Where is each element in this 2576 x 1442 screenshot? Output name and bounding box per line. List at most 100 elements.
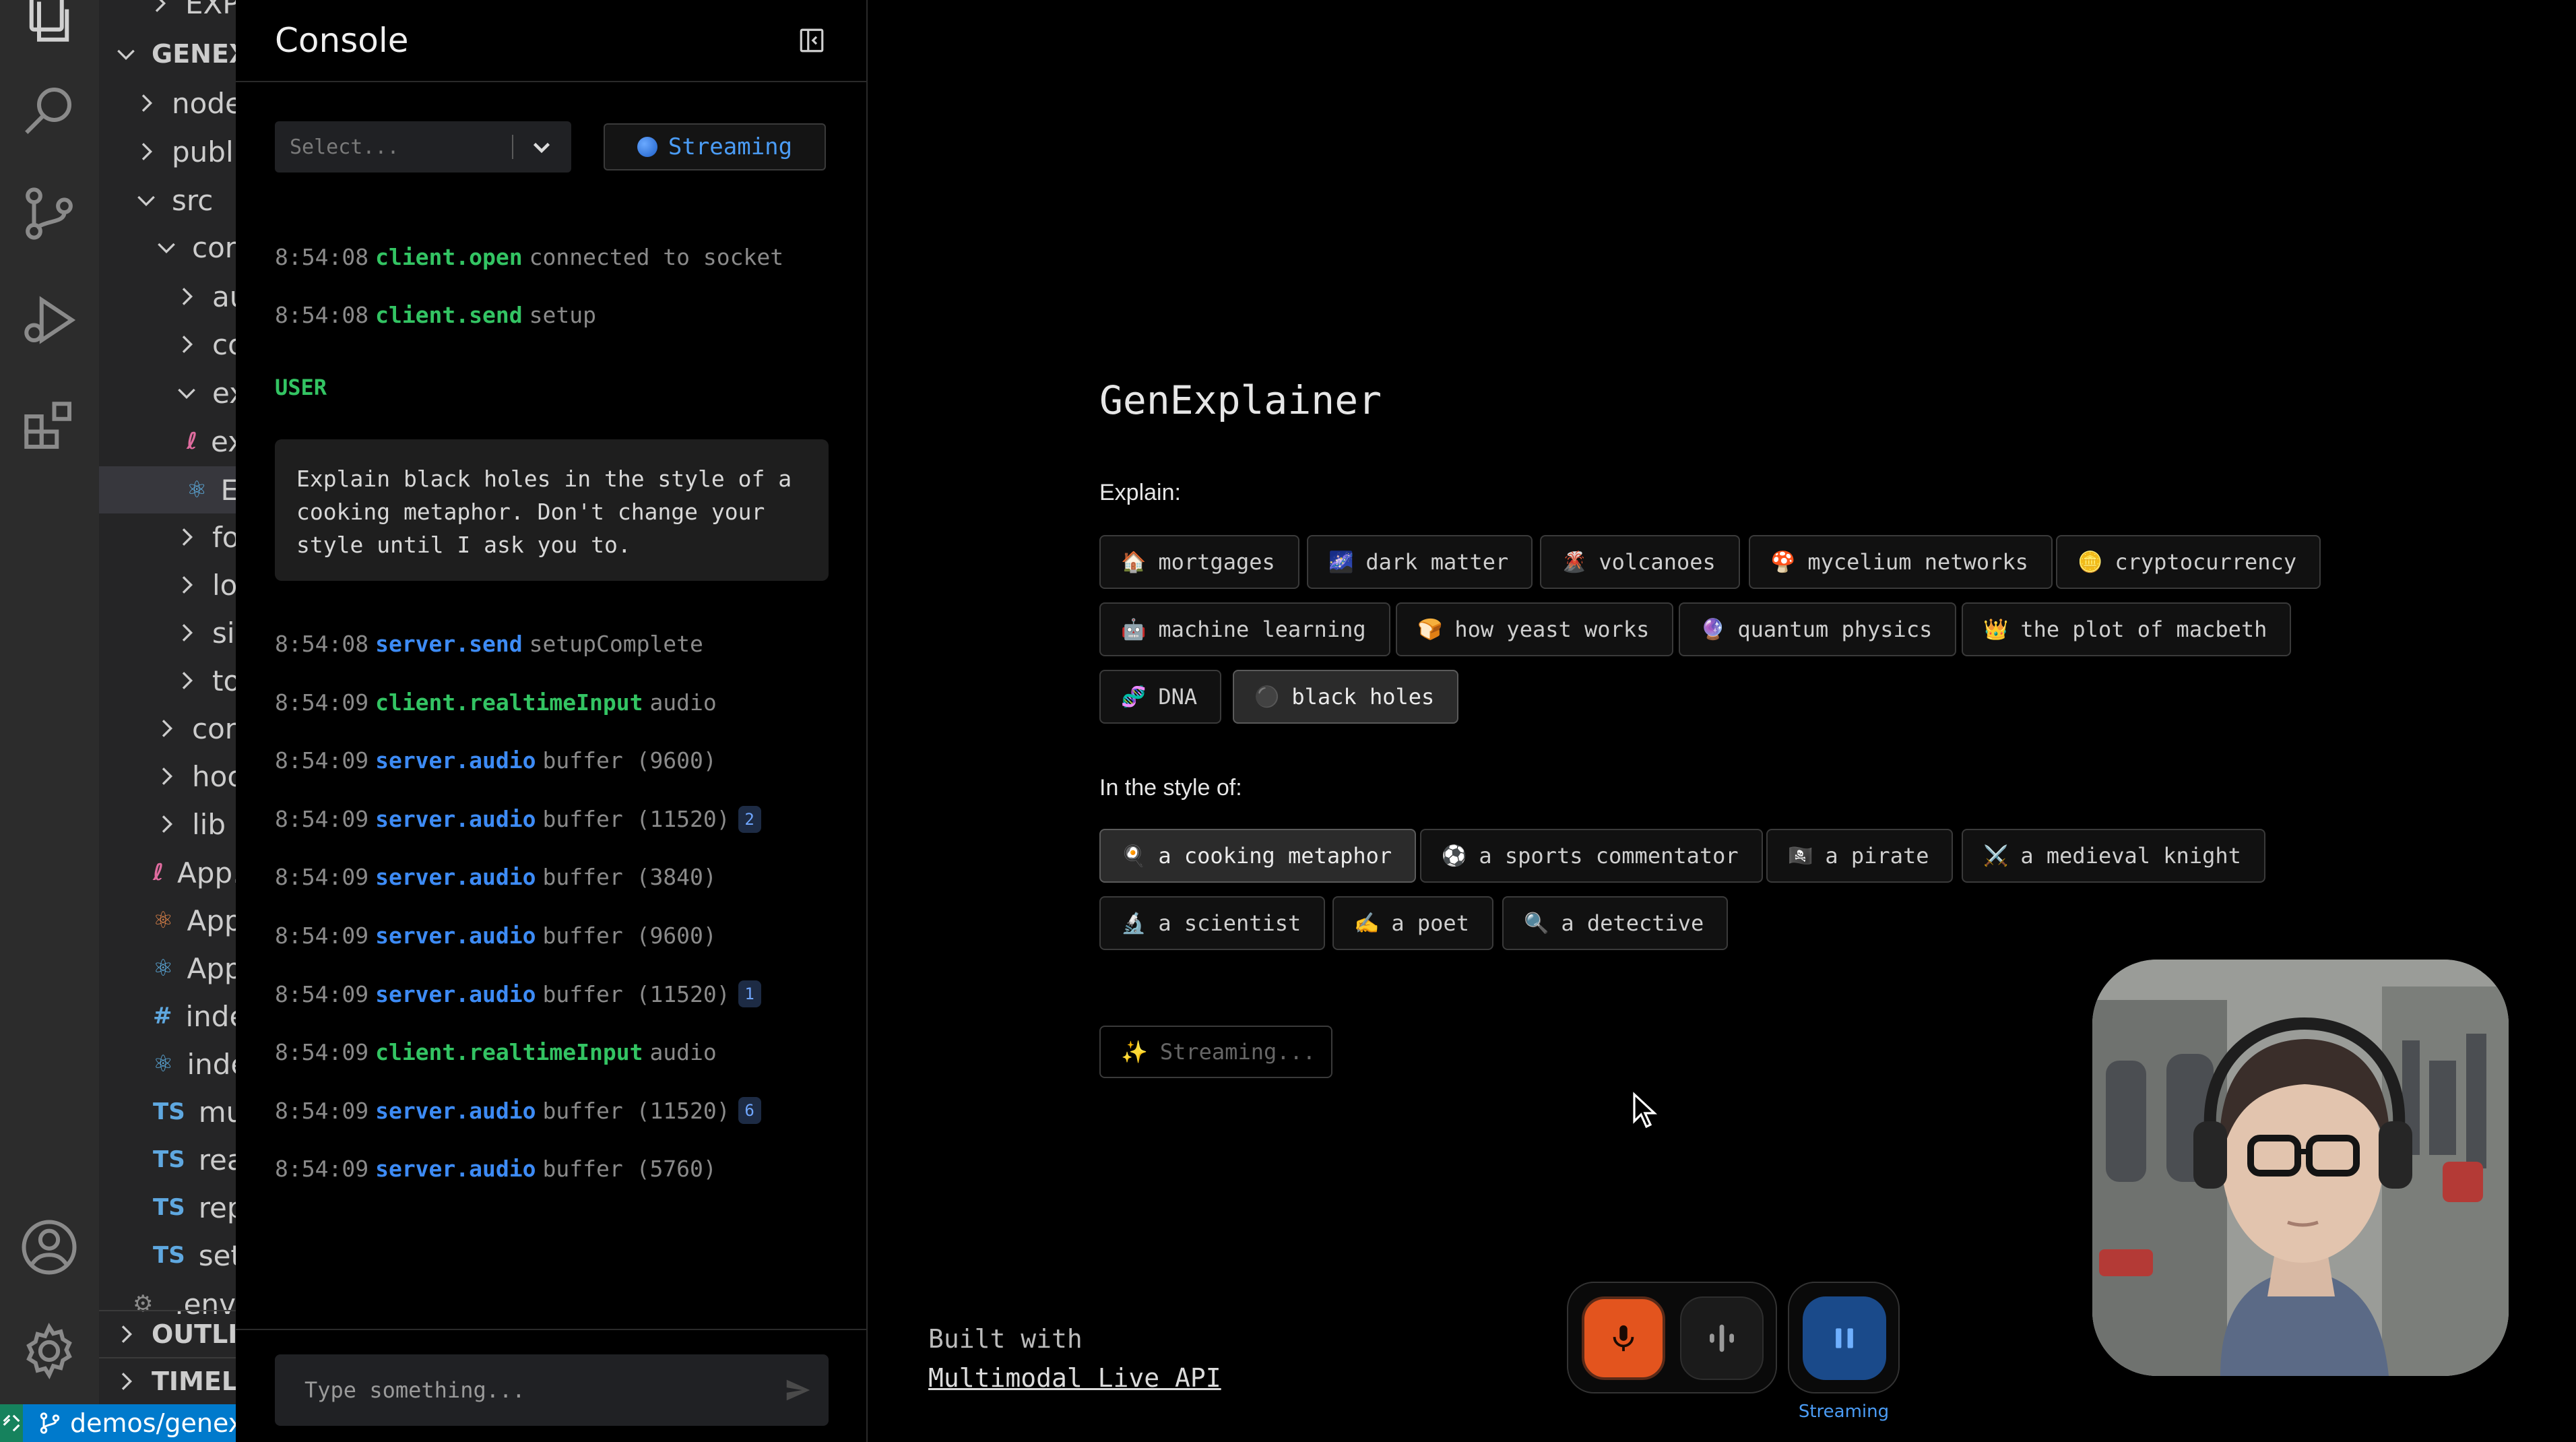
explorer-icon[interactable] (19, 0, 79, 47)
file-type-icon: TS (153, 1146, 185, 1173)
run-debug-icon[interactable] (19, 290, 79, 350)
explorer-item[interactable]: components (99, 224, 236, 271)
topic-chip-label: black holes (1291, 684, 1435, 710)
timeline-section[interactable]: TIMELINE (99, 1357, 236, 1404)
topic-emoji-icon: 🤖 (1121, 617, 1147, 641)
explorer-item[interactable]: contexts (99, 705, 236, 752)
topic-chip[interactable]: 🪙 cryptocurrency (2056, 535, 2321, 589)
send-icon[interactable] (783, 1375, 814, 1406)
log-entry[interactable]: 8:54:08 server.send setupComplete (275, 631, 703, 657)
explorer-item[interactable]: TS react-app-env.d.ts (99, 1136, 236, 1183)
mic-button[interactable] (1582, 1296, 1665, 1380)
explorer-item[interactable]: TS multimodal-live-types.ts (99, 1088, 236, 1135)
topic-chip[interactable]: ⚫ black holes (1233, 670, 1459, 724)
log-source: client.realtimeInput (375, 1038, 643, 1065)
explorer-item[interactable]: side-panel (99, 609, 236, 656)
log-entry[interactable]: 8:54:09 client.realtimeInput audio (275, 689, 717, 716)
multimodal-api-link[interactable]: Multimodal Live API (928, 1358, 1221, 1398)
explorer-item[interactable]: control-tray (99, 321, 236, 368)
streaming-button[interactable]: Streaming (604, 123, 826, 170)
audio-level-button[interactable] (1680, 1296, 1764, 1380)
explorer-item[interactable]: ⚛ index.tsx (99, 1040, 236, 1088)
topic-chip[interactable]: 🌌 dark matter (1307, 535, 1533, 589)
topic-chip[interactable]: 🤖 machine learning (1099, 602, 1390, 656)
settings-icon[interactable] (19, 1321, 79, 1381)
topic-chip[interactable]: 👑 the plot of macbeth (1962, 602, 2292, 656)
outline-section[interactable]: OUTLINE (99, 1310, 236, 1357)
style-chip-label: a poet (1391, 910, 1469, 936)
log-entry[interactable]: 8:54:09 server.audio buffer (9600) (275, 747, 717, 774)
topic-chip[interactable]: 🍄 mycelium networks (1749, 535, 2053, 589)
account-icon[interactable] (19, 1217, 79, 1278)
explorer-item[interactable]: footer (99, 513, 236, 561)
explorer-item[interactable]: # index.css (99, 993, 236, 1040)
sidebar-toggle-icon[interactable] (798, 26, 826, 55)
chevron-down-icon[interactable] (529, 135, 554, 159)
topic-chip[interactable]: 🌋 volcanoes (1540, 535, 1740, 589)
log-time: 8:54:08 (275, 244, 369, 270)
explorer-item[interactable]: ⚛ Explainer.tsx (99, 466, 236, 513)
log-time: 8:54:09 (275, 1038, 369, 1065)
explorer-item[interactable]: GENEXPLAINER (99, 30, 236, 77)
explorer-item[interactable]: ℓ App.scss (99, 849, 236, 896)
search-icon[interactable] (19, 80, 79, 140)
explorer-item[interactable]: node_modules (99, 80, 236, 127)
topic-emoji-icon: 🌌 (1328, 550, 1354, 574)
log-entry[interactable]: 8:54:09 client.realtimeInput audio (275, 1039, 717, 1065)
explorer-item-label: EXPLOR (185, 0, 236, 20)
log-time: 8:54:09 (275, 922, 369, 949)
topic-chip[interactable]: 🏠 mortgages (1099, 535, 1299, 589)
style-chip[interactable]: ✍️ a poet (1332, 896, 1493, 950)
log-filter-select[interactable]: Select... (275, 121, 571, 173)
explorer-item[interactable]: ⚛ App.test.tsx (99, 897, 236, 944)
topic-emoji-icon: 🍞 (1417, 617, 1443, 641)
style-chip[interactable]: 🏴‍☠️ a pirate (1766, 829, 1954, 883)
chevron-right-icon (173, 331, 200, 358)
log-entry[interactable]: 8:54:09 server.audio buffer (11520) 6 (275, 1097, 761, 1124)
style-chip[interactable]: 🔍 a detective (1502, 896, 1729, 950)
explorer-item[interactable]: TS reportWebVitals.ts (99, 1184, 236, 1231)
style-chip[interactable]: 🍳 a cooking metaphor (1099, 829, 1417, 883)
explorer-item[interactable]: EXPLOR (99, 0, 236, 27)
explorer-item[interactable]: logger (99, 561, 236, 608)
style-chip[interactable]: ⚽ a sports commentator (1420, 829, 1763, 883)
log-entry[interactable]: 8:54:09 server.audio buffer (9600) (275, 922, 717, 949)
explorer-item[interactable]: TS setupTests.ts (99, 1232, 236, 1279)
log-entry[interactable]: 8:54:09 server.audio buffer (11520) 1 (275, 980, 761, 1007)
explorer-item-label: hooks (192, 759, 236, 793)
explorer-item-label: side-panel (212, 616, 236, 650)
explorer-item[interactable]: audio-pulse (99, 273, 236, 320)
explorer-item[interactable]: ⚛ App.tsx (99, 945, 236, 992)
explorer-item-label: node_modules (172, 86, 236, 120)
explorer-item[interactable]: explainer (99, 369, 236, 416)
pause-button[interactable] (1803, 1296, 1886, 1380)
log-entry[interactable]: 8:54:08 client.open connected to socket (275, 244, 783, 270)
streaming-status-button[interactable]: ✨ Streaming... (1099, 1026, 1332, 1078)
log-source: server.send (375, 631, 523, 657)
file-type-icon: ⚛ (153, 955, 174, 982)
remote-indicator[interactable] (0, 1404, 23, 1442)
style-chip[interactable]: ⚔️ a medieval knight (1962, 829, 2265, 883)
log-entry[interactable]: 8:54:08 client.send setup (275, 302, 596, 328)
log-entry[interactable]: 8:54:09 server.audio buffer (11520) 2 (275, 805, 761, 833)
style-emoji-icon: 🍳 (1121, 844, 1147, 868)
explorer-item[interactable]: src (99, 177, 236, 224)
explorer-item[interactable]: public (99, 128, 236, 175)
explorer-item[interactable]: lib (99, 801, 236, 848)
mic-icon (1613, 1325, 1634, 1352)
explorer-item[interactable]: ℓ explainer.scss (99, 418, 236, 465)
style-emoji-icon: 🔬 (1121, 911, 1147, 935)
style-chip-label: a detective (1561, 910, 1704, 936)
explorer-item-label: index.tsx (187, 1047, 236, 1081)
message-input[interactable]: Type something... (275, 1354, 829, 1426)
extensions-icon[interactable] (19, 396, 79, 457)
log-entry[interactable]: 8:54:09 server.audio buffer (5760) (275, 1156, 717, 1182)
explorer-item[interactable]: tools (99, 657, 236, 704)
source-control-icon[interactable] (19, 183, 79, 244)
log-entry[interactable]: 8:54:09 server.audio buffer (3840) (275, 864, 717, 890)
explorer-item[interactable]: hooks (99, 753, 236, 800)
topic-chip[interactable]: 🍞 how yeast works (1396, 602, 1674, 656)
topic-chip[interactable]: 🔮 quantum physics (1679, 602, 1957, 656)
style-chip[interactable]: 🔬 a scientist (1099, 896, 1326, 950)
topic-chip[interactable]: 🧬 DNA (1099, 670, 1222, 724)
